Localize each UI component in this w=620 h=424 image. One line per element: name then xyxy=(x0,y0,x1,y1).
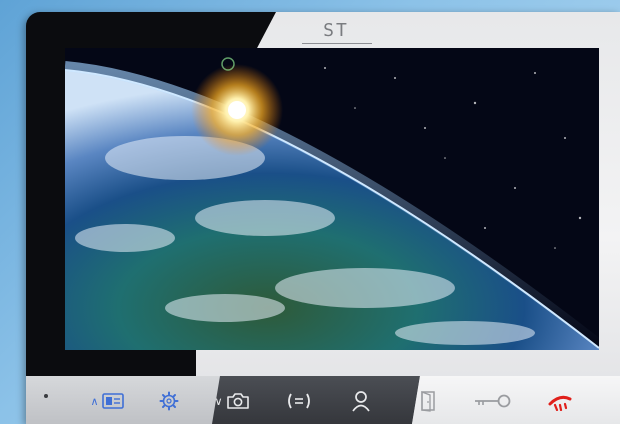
intercom-monitor: ST ∧ ∨ xyxy=(26,12,620,424)
intercom-button[interactable] xyxy=(284,386,314,416)
hangup-icon xyxy=(548,395,572,411)
door-icon xyxy=(421,391,435,412)
gear-icon xyxy=(159,391,179,411)
caret-down-icon: ∨ xyxy=(214,394,223,408)
photo-button[interactable]: ∨ xyxy=(208,386,256,416)
brand-logo: ST xyxy=(323,20,349,41)
hangup-button[interactable] xyxy=(546,386,574,416)
key-icon xyxy=(475,394,511,408)
camera-icon xyxy=(226,393,249,409)
door-button[interactable] xyxy=(416,386,440,416)
status-led xyxy=(44,394,48,398)
monitor-icon xyxy=(101,393,124,409)
contacts-button[interactable] xyxy=(348,386,374,416)
settings-button[interactable] xyxy=(154,386,184,416)
unlock-button[interactable] xyxy=(472,386,512,416)
caret-up-icon: ∧ xyxy=(90,394,99,408)
monitor-toggle-button[interactable]: ∧ xyxy=(84,386,130,416)
control-bar-light-section xyxy=(412,376,620,424)
logo-underline xyxy=(302,43,372,44)
person-icon xyxy=(352,391,370,412)
earth-wallpaper xyxy=(65,48,599,350)
display-screen xyxy=(65,48,599,350)
transfer-icon xyxy=(288,393,310,409)
